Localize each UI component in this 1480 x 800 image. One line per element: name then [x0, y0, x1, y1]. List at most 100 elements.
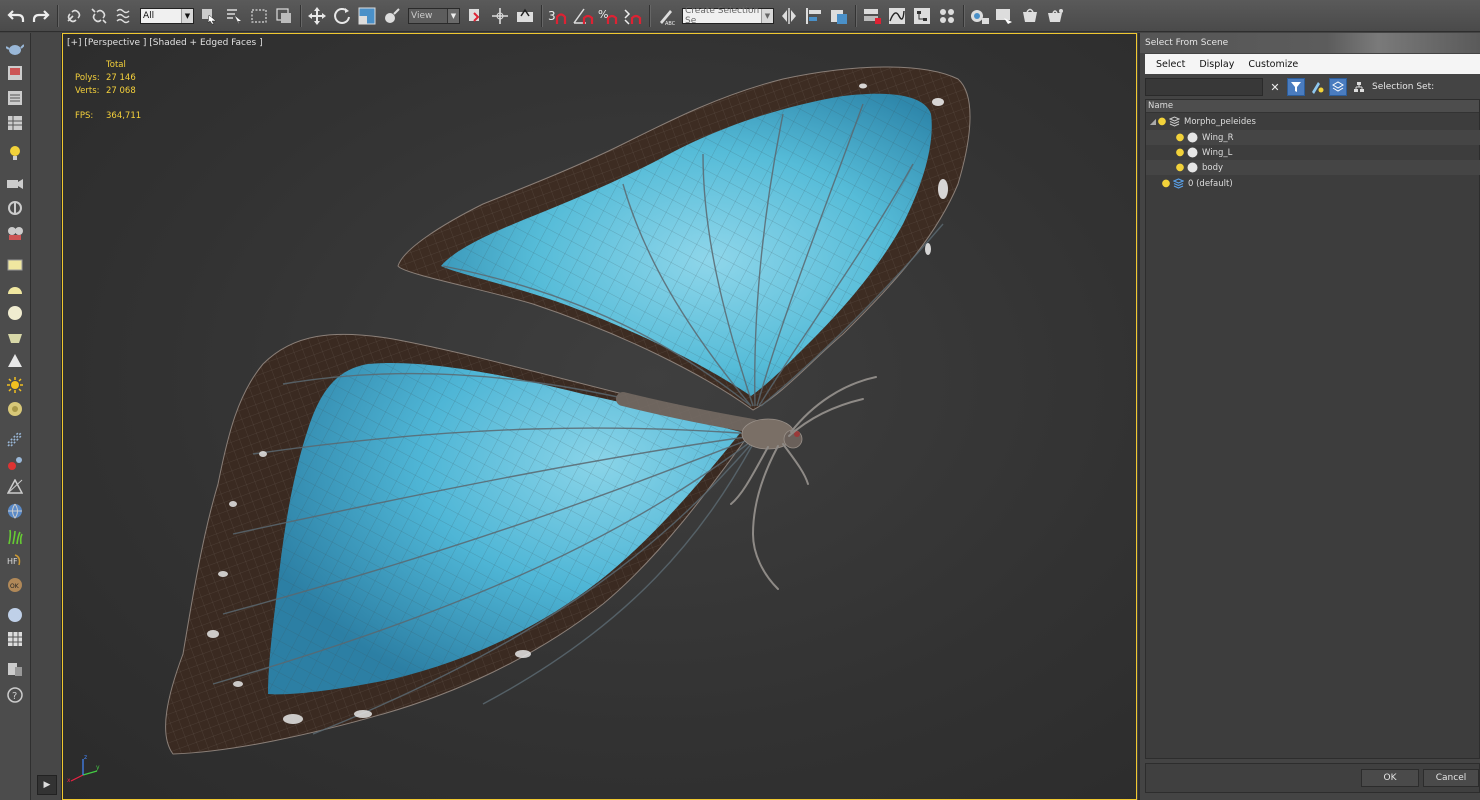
bind-space-warp-icon[interactable]: [112, 3, 136, 29]
window-crossing-icon[interactable]: [272, 3, 296, 29]
expand-viewport-layout-button[interactable]: ▶: [37, 775, 57, 795]
wing-l[interactable]: [165, 333, 754, 755]
material-editor-icon[interactable]: [935, 3, 959, 29]
schematic-view-icon[interactable]: [910, 3, 934, 29]
filter-display-icon[interactable]: [1287, 78, 1305, 96]
layer-stack-icon: [1169, 116, 1180, 127]
helper-icon[interactable]: [4, 198, 26, 218]
mass-fx-icon[interactable]: [4, 477, 26, 497]
clo-icon[interactable]: OK: [4, 575, 26, 595]
particle-system-icon[interactable]: [4, 429, 26, 449]
tree-row-wing-r[interactable]: ● Wing_R: [1146, 130, 1480, 145]
link-icon[interactable]: [62, 3, 86, 29]
layer-manager-icon[interactable]: [4, 659, 26, 679]
dynamics-icon[interactable]: [4, 453, 26, 473]
column-header-name[interactable]: Name: [1146, 100, 1479, 113]
edit-named-selection-icon[interactable]: ABC: [654, 3, 678, 29]
pivot-center-icon[interactable]: [463, 3, 487, 29]
light-list-icon[interactable]: [4, 143, 26, 163]
rotate-icon[interactable]: [330, 3, 354, 29]
hierarchy-filter-icon[interactable]: [1308, 78, 1326, 96]
table-view-icon[interactable]: [4, 113, 26, 133]
select-manipulate-icon[interactable]: [488, 3, 512, 29]
toggle-layer-explorer-icon[interactable]: [860, 3, 884, 29]
tree-row-body[interactable]: ● body: [1146, 160, 1480, 175]
clear-find-icon[interactable]: ✕: [1266, 78, 1284, 96]
visibility-bulb-icon[interactable]: ●: [1158, 116, 1167, 127]
sort-by-hierarchy-icon[interactable]: [1350, 78, 1368, 96]
reference-coordinate-value: View: [411, 10, 433, 21]
shaded-sphere-icon[interactable]: [4, 605, 26, 625]
percent-snap-icon[interactable]: %: [596, 3, 620, 29]
rectangular-selection-icon[interactable]: [247, 3, 271, 29]
help-icon[interactable]: ?: [4, 685, 26, 705]
globe-icon[interactable]: [4, 501, 26, 521]
select-by-name-icon[interactable]: [222, 3, 246, 29]
torus-primitive-icon[interactable]: [4, 399, 26, 419]
hemisphere-primitive-icon[interactable]: [4, 279, 26, 299]
menu-customize[interactable]: Customize: [1248, 59, 1298, 70]
visibility-bulb-icon[interactable]: ●: [1162, 178, 1171, 189]
sort-by-layer-icon[interactable]: [1329, 78, 1347, 96]
ok-button[interactable]: OK: [1361, 769, 1419, 787]
cone-primitive-icon[interactable]: [4, 351, 26, 371]
place-icon[interactable]: [380, 3, 404, 29]
selection-filter-dropdown[interactable]: All ▼: [140, 7, 194, 24]
sun-light-icon[interactable]: [4, 375, 26, 395]
perspective-viewport[interactable]: [+] [Perspective ] [Shaded + Edged Faces…: [62, 33, 1137, 800]
render-setup-icon[interactable]: [968, 3, 992, 29]
toolbar-divider: [300, 4, 302, 27]
align-icon[interactable]: [802, 3, 826, 29]
list-view-icon[interactable]: [4, 88, 26, 108]
tree-row-wing-l[interactable]: ● Wing_L: [1146, 145, 1480, 160]
grid-object-icon[interactable]: [4, 629, 26, 649]
find-input[interactable]: [1145, 78, 1263, 96]
scale-icon[interactable]: [355, 3, 379, 29]
selection-set-label: Selection Set:: [1372, 82, 1435, 92]
curve-editor-icon[interactable]: [885, 3, 909, 29]
camera-icon[interactable]: [4, 173, 26, 193]
cancel-button[interactable]: Cancel: [1423, 769, 1479, 787]
angle-snap-icon[interactable]: [571, 3, 595, 29]
named-selection-dropdown[interactable]: Create Selection Se ▼: [682, 6, 774, 26]
redo-icon[interactable]: [29, 3, 53, 29]
visibility-bulb-icon[interactable]: ●: [1176, 147, 1185, 158]
chevron-right-icon: ▶: [43, 780, 51, 790]
sphere-primitive-icon[interactable]: [4, 303, 26, 323]
dialog-menu-bar: Select Display Customize: [1145, 54, 1480, 74]
snap-toggle-icon[interactable]: 3: [546, 3, 570, 29]
menu-display[interactable]: Display: [1199, 59, 1234, 70]
move-icon[interactable]: [305, 3, 329, 29]
toggle-scene-explorer-icon[interactable]: [827, 3, 851, 29]
expand-triangle-icon[interactable]: ◢: [1148, 117, 1158, 126]
geosphere-primitive-icon[interactable]: [4, 327, 26, 347]
selection-filter-value: All: [143, 10, 155, 21]
visibility-bulb-icon[interactable]: ●: [1176, 162, 1185, 173]
grass-icon[interactable]: [4, 527, 26, 547]
plane-primitive-icon[interactable]: [4, 255, 26, 275]
select-object-icon[interactable]: [197, 3, 221, 29]
axis-z-label: z: [84, 754, 87, 761]
render-iterative-icon[interactable]: [1043, 3, 1067, 29]
chevron-down-icon: ▼: [181, 8, 193, 23]
command-panel-strip: HF OK ?: [0, 33, 31, 800]
unlink-icon[interactable]: [87, 3, 111, 29]
teapot-icon[interactable]: [4, 39, 26, 59]
tree-row-default-layer[interactable]: ● 0 (default): [1146, 176, 1480, 191]
dialog-title-bar[interactable]: Select From Scene: [1140, 33, 1480, 53]
menu-select[interactable]: Select: [1156, 59, 1185, 70]
viewport-layout-strip: [31, 33, 62, 800]
tree-row-morpho-peleides[interactable]: ◢ ● Morpho_peleides: [1146, 114, 1480, 129]
rendered-frame-window-icon[interactable]: [993, 3, 1017, 29]
reference-coordinate-dropdown[interactable]: View ▼: [408, 7, 460, 24]
keyboard-shortcut-override-icon[interactable]: [513, 3, 537, 29]
render-production-icon[interactable]: [1018, 3, 1042, 29]
render-window-icon[interactable]: [4, 63, 26, 83]
hair-fur-icon[interactable]: HF: [4, 551, 26, 571]
visibility-bulb-icon[interactable]: ●: [1176, 132, 1185, 143]
mirror-icon[interactable]: [777, 3, 801, 29]
undo-icon[interactable]: [4, 3, 28, 29]
spinner-snap-icon[interactable]: [621, 3, 645, 29]
butterfly-model[interactable]: [63, 34, 1136, 799]
reel-icon[interactable]: [4, 223, 26, 243]
